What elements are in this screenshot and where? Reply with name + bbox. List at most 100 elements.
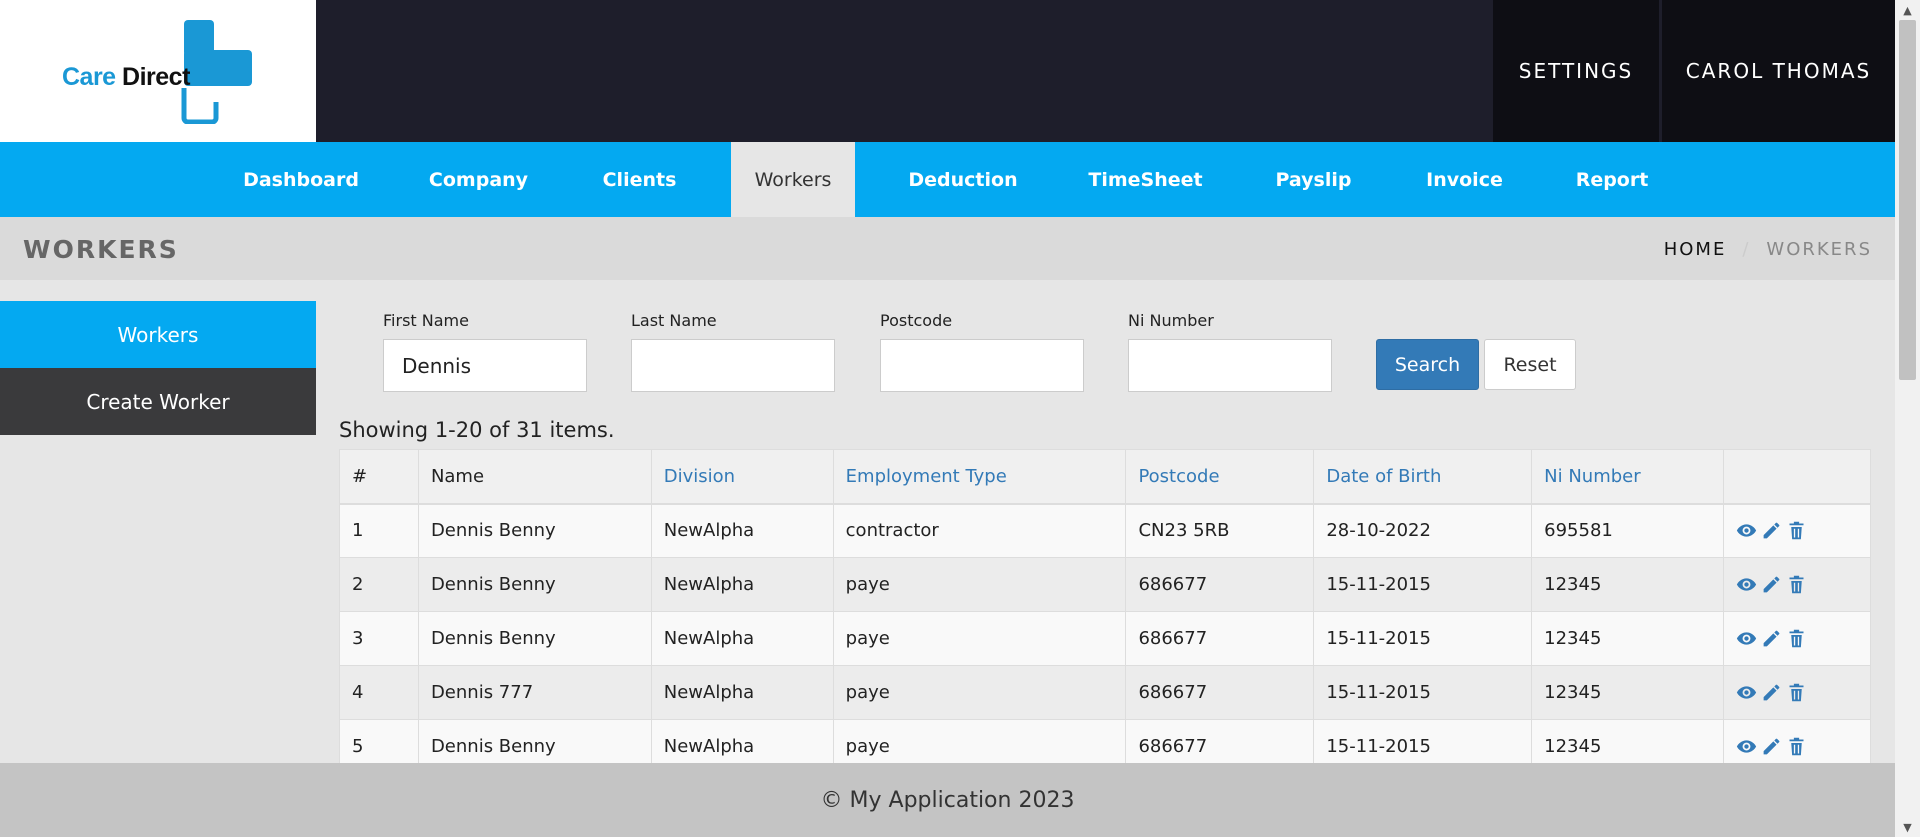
scroll-down-icon[interactable]: ▼ — [1895, 817, 1920, 837]
nav-payslip[interactable]: Payslip — [1249, 142, 1378, 217]
first-name-label: First Name — [383, 311, 469, 330]
nav-dashboard[interactable]: Dashboard — [220, 142, 382, 217]
sidebar-item-workers[interactable]: Workers — [0, 301, 316, 368]
trash-icon[interactable] — [1786, 574, 1807, 595]
scroll-up-icon[interactable]: ▲ — [1895, 0, 1920, 20]
nav-workers[interactable]: Workers — [731, 142, 855, 217]
cell-employment-type: contractor — [832, 503, 1127, 558]
main-nav: Dashboard Company Clients Workers Deduct… — [0, 142, 1895, 217]
ni-number-input[interactable] — [1128, 339, 1332, 392]
logo[interactable]: Care Direct — [0, 0, 316, 142]
cell-ni-number: 12345 — [1531, 557, 1725, 612]
footer-text: © My Application 2023 — [820, 787, 1075, 813]
trash-icon[interactable] — [1786, 682, 1807, 703]
cell-name: Dennis Benny — [417, 611, 652, 666]
results-summary: Showing 1-20 of 31 items. — [339, 418, 615, 442]
cell-ni-number: 695581 — [1531, 503, 1725, 558]
title-bar: WORKERS HOME / WORKERS — [0, 217, 1895, 280]
cell-index: 2 — [339, 557, 419, 612]
eye-icon[interactable] — [1736, 628, 1757, 649]
scrollbar-thumb[interactable] — [1899, 20, 1916, 380]
cell-index: 3 — [339, 611, 419, 666]
eye-icon[interactable] — [1736, 520, 1757, 541]
cell-index: 4 — [339, 665, 419, 720]
cell-name: Dennis 777 — [417, 665, 652, 720]
page-scrollbar[interactable]: ▲ ▼ — [1895, 0, 1920, 837]
cell-division: NewAlpha — [650, 503, 834, 558]
trash-icon[interactable] — [1786, 520, 1807, 541]
cell-employment-type: paye — [832, 665, 1127, 720]
table-row: 4 Dennis 777 NewAlpha paye 686677 15-11-2015 1… — [339, 665, 1871, 720]
nav-clients[interactable]: Clients — [573, 142, 706, 217]
column-header-index: # — [339, 449, 419, 505]
postcode-input[interactable] — [880, 339, 1084, 392]
cell-division: NewAlpha — [650, 557, 834, 612]
cell-name: Dennis Benny — [417, 503, 652, 558]
trash-icon[interactable] — [1786, 736, 1807, 757]
eye-icon[interactable] — [1736, 574, 1757, 595]
column-header-postcode[interactable]: Postcode — [1125, 449, 1315, 505]
cell-actions — [1723, 611, 1871, 666]
eye-icon[interactable] — [1736, 736, 1757, 757]
footer: © My Application 2023 — [0, 763, 1895, 837]
cell-actions — [1723, 665, 1871, 720]
first-name-input[interactable] — [383, 339, 587, 392]
cell-employment-type: paye — [832, 611, 1127, 666]
nav-company[interactable]: Company — [397, 142, 560, 217]
sidebar-item-create-worker[interactable]: Create Worker — [0, 368, 316, 435]
settings-link[interactable]: SETTINGS — [1493, 0, 1659, 142]
logo-word-direct: Direct — [122, 63, 190, 91]
eye-icon[interactable] — [1736, 682, 1757, 703]
column-header-division[interactable]: Division — [650, 449, 834, 505]
nav-timesheet[interactable]: TimeSheet — [1069, 142, 1222, 217]
breadcrumb-current: WORKERS — [1766, 239, 1872, 260]
table-row: 3 Dennis Benny NewAlpha paye 686677 15-11-201… — [339, 611, 1871, 666]
table-row: 2 Dennis Benny NewAlpha paye 686677 15-11-201… — [339, 557, 1871, 612]
cell-employment-type: paye — [832, 557, 1127, 612]
cell-date-of-birth: 15-11-2015 — [1313, 557, 1533, 612]
reset-button[interactable]: Reset — [1484, 339, 1576, 390]
cell-date-of-birth: 15-11-2015 — [1313, 611, 1533, 666]
column-header-employment-type[interactable]: Employment Type — [832, 449, 1127, 505]
cell-date-of-birth: 15-11-2015 — [1313, 665, 1533, 720]
breadcrumb: HOME / WORKERS — [1664, 239, 1872, 260]
cell-postcode: 686677 — [1125, 557, 1315, 612]
nav-deduction[interactable]: Deduction — [883, 142, 1043, 217]
cell-ni-number: 12345 — [1531, 611, 1725, 666]
pencil-icon[interactable] — [1761, 682, 1782, 703]
column-header-name: Name — [417, 449, 652, 505]
table-row: 1 Dennis Benny NewAlpha contractor CN23 5RB 2… — [339, 503, 1871, 558]
pencil-icon[interactable] — [1761, 520, 1782, 541]
last-name-input[interactable] — [631, 339, 835, 392]
top-header: Care Direct SETTINGS CAROL THOMAS — [0, 0, 1895, 142]
nav-report[interactable]: Report — [1547, 142, 1677, 217]
column-header-ni-number[interactable]: Ni Number — [1531, 449, 1725, 505]
pencil-icon[interactable] — [1761, 628, 1782, 649]
trash-icon[interactable] — [1786, 628, 1807, 649]
cell-actions — [1723, 557, 1871, 612]
cell-division: NewAlpha — [650, 611, 834, 666]
cell-name: Dennis Benny — [417, 557, 652, 612]
cell-date-of-birth: 28-10-2022 — [1313, 503, 1533, 558]
logo-text: Care Direct — [62, 63, 190, 92]
search-button[interactable]: Search — [1376, 339, 1479, 390]
ni-number-label: Ni Number — [1128, 311, 1214, 330]
cell-postcode: 686677 — [1125, 611, 1315, 666]
breadcrumb-separator: / — [1742, 239, 1751, 260]
user-menu[interactable]: CAROL THOMAS — [1662, 0, 1895, 142]
pencil-icon[interactable] — [1761, 574, 1782, 595]
page-title: WORKERS — [23, 235, 179, 264]
last-name-label: Last Name — [631, 311, 717, 330]
nav-invoice[interactable]: Invoice — [1404, 142, 1525, 217]
cell-postcode: CN23 5RB — [1125, 503, 1315, 558]
breadcrumb-home[interactable]: HOME — [1664, 239, 1727, 260]
logo-word-care: Care — [62, 63, 116, 91]
cell-division: NewAlpha — [650, 665, 834, 720]
cell-postcode: 686677 — [1125, 665, 1315, 720]
postcode-label: Postcode — [880, 311, 953, 330]
column-header-actions — [1723, 449, 1871, 505]
cell-index: 1 — [339, 503, 419, 558]
pencil-icon[interactable] — [1761, 736, 1782, 757]
column-header-date-of-birth[interactable]: Date of Birth — [1313, 449, 1533, 505]
table-header-row: # Name Division Employment Type Postcode… — [339, 449, 1871, 505]
